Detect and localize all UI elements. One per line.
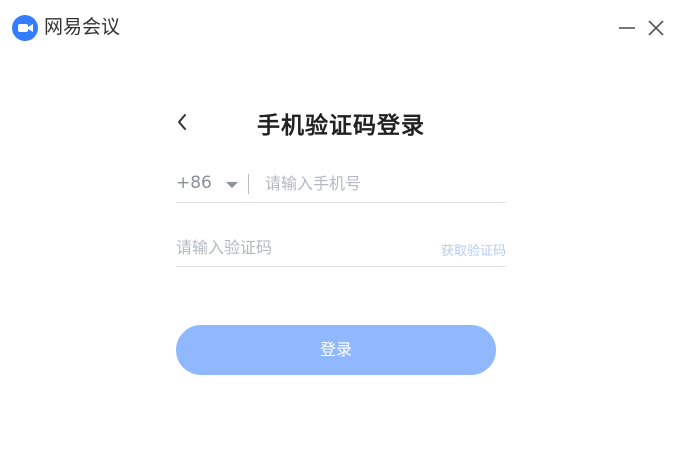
page-title: 手机验证码登录 (257, 113, 425, 139)
phone-input[interactable] (265, 170, 503, 196)
camera-logo-icon (12, 15, 38, 41)
close-icon (648, 20, 664, 36)
country-code-select[interactable]: +86 (176, 172, 212, 194)
code-row: 获取验证码 (176, 226, 506, 267)
back-button[interactable] (176, 112, 190, 132)
login-button[interactable]: 登录 (176, 325, 496, 375)
app-name: 网易会议 (44, 16, 121, 38)
title-bar: 网易会议 (0, 0, 678, 56)
chevron-down-icon[interactable] (226, 182, 238, 188)
phone-row: +86 (176, 162, 506, 203)
divider (248, 174, 249, 194)
verification-code-input[interactable] (176, 234, 416, 260)
chevron-left-icon (178, 114, 186, 130)
close-button[interactable] (642, 14, 670, 42)
get-code-button[interactable]: 获取验证码 (441, 240, 506, 259)
minimize-icon (619, 27, 635, 29)
app-window: 网易会议 手机验证码登录 +86 获取验证码 (0, 0, 678, 469)
minimize-button[interactable] (613, 14, 641, 42)
